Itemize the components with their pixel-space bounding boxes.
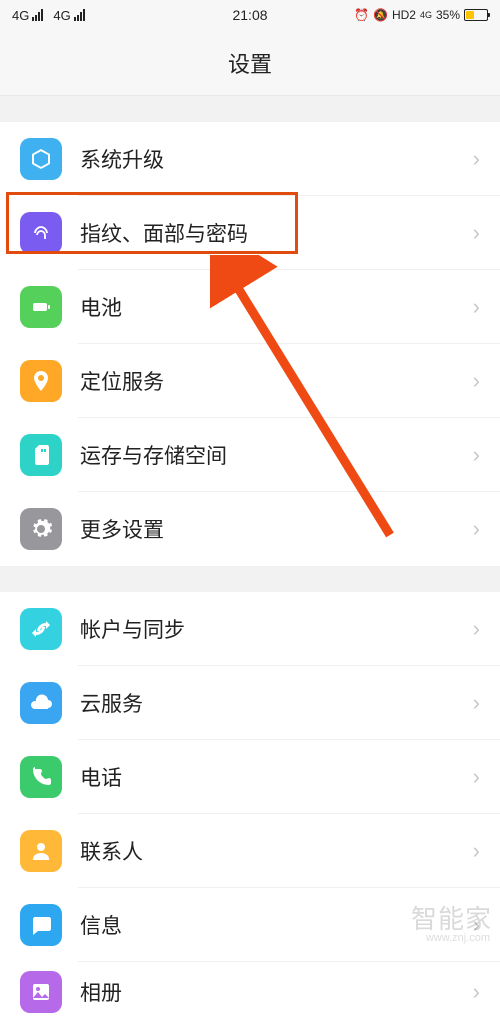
- battery-icon: [20, 286, 62, 328]
- row-fingerprint-face-password[interactable]: 指纹、面部与密码 ›: [0, 196, 500, 270]
- row-label: 指纹、面部与密码: [80, 218, 473, 248]
- row-label: 更多设置: [80, 514, 473, 544]
- row-ram-storage[interactable]: 运存与存储空间 ›: [0, 418, 500, 492]
- person-icon: [20, 830, 62, 872]
- message-icon: [20, 904, 62, 946]
- chevron-right-icon: ›: [473, 838, 480, 864]
- row-label: 定位服务: [80, 366, 473, 396]
- row-label: 帐户与同步: [80, 614, 473, 644]
- section-gap: [0, 96, 500, 122]
- status-right: ⏰ 🔕 HD2 4G 35%: [354, 8, 488, 22]
- fingerprint-icon: [20, 212, 62, 254]
- status-time: 21:08: [232, 7, 267, 23]
- row-cloud-services[interactable]: 云服务 ›: [0, 666, 500, 740]
- row-system-upgrade[interactable]: 系统升级 ›: [0, 122, 500, 196]
- row-label: 电话: [80, 762, 473, 792]
- settings-group-2: 帐户与同步 › 云服务 › 电话 › 联系人 › 信息 › 相册 ›: [0, 592, 500, 1022]
- status-left: 4G 4G: [12, 8, 85, 23]
- chevron-right-icon: ›: [473, 294, 480, 320]
- cloud-icon: [20, 682, 62, 724]
- row-messages[interactable]: 信息 ›: [0, 888, 500, 962]
- row-account-sync[interactable]: 帐户与同步 ›: [0, 592, 500, 666]
- gallery-icon: [20, 971, 62, 1013]
- row-contacts[interactable]: 联系人 ›: [0, 814, 500, 888]
- phone-icon: [20, 756, 62, 798]
- location-icon: [20, 360, 62, 402]
- net-badge: 4G: [420, 10, 432, 20]
- chevron-right-icon: ›: [473, 979, 480, 1005]
- chevron-right-icon: ›: [473, 616, 480, 642]
- sd-card-icon: [20, 434, 62, 476]
- chevron-right-icon: ›: [473, 220, 480, 246]
- chevron-right-icon: ›: [473, 368, 480, 394]
- gear-icon: [20, 508, 62, 550]
- row-label: 相册: [80, 977, 473, 1007]
- network-label-1: 4G: [12, 8, 29, 23]
- row-label: 运存与存储空间: [80, 440, 473, 470]
- row-label: 系统升级: [80, 144, 473, 174]
- sim-label: HD2: [392, 8, 416, 22]
- cube-icon: [20, 138, 62, 180]
- chevron-right-icon: ›: [473, 516, 480, 542]
- row-label: 云服务: [80, 688, 473, 718]
- chevron-right-icon: ›: [473, 146, 480, 172]
- network-label-2: 4G: [53, 8, 70, 23]
- mute-icon: 🔕: [373, 8, 388, 22]
- status-bar: 4G 4G 21:08 ⏰ 🔕 HD2 4G 35%: [0, 0, 500, 30]
- chevron-right-icon: ›: [473, 764, 480, 790]
- chevron-right-icon: ›: [473, 690, 480, 716]
- row-gallery[interactable]: 相册 ›: [0, 962, 500, 1022]
- row-label: 联系人: [80, 836, 473, 866]
- chevron-right-icon: ›: [473, 442, 480, 468]
- row-phone[interactable]: 电话 ›: [0, 740, 500, 814]
- row-label: 电池: [80, 292, 473, 322]
- row-more-settings[interactable]: 更多设置 ›: [0, 492, 500, 566]
- sync-icon: [20, 608, 62, 650]
- signal-icon-2: [74, 9, 85, 21]
- page-title: 设置: [0, 30, 500, 96]
- settings-group-1: 系统升级 › 指纹、面部与密码 › 电池 › 定位服务 › 运存与存储空间 › …: [0, 122, 500, 566]
- signal-icon-1: [32, 9, 43, 21]
- battery-percent: 35%: [436, 8, 460, 22]
- alarm-icon: ⏰: [354, 8, 369, 22]
- section-gap: [0, 566, 500, 592]
- row-battery[interactable]: 电池 ›: [0, 270, 500, 344]
- row-label: 信息: [80, 910, 473, 940]
- row-location-services[interactable]: 定位服务 ›: [0, 344, 500, 418]
- battery-icon: [464, 9, 488, 21]
- chevron-right-icon: ›: [473, 912, 480, 938]
